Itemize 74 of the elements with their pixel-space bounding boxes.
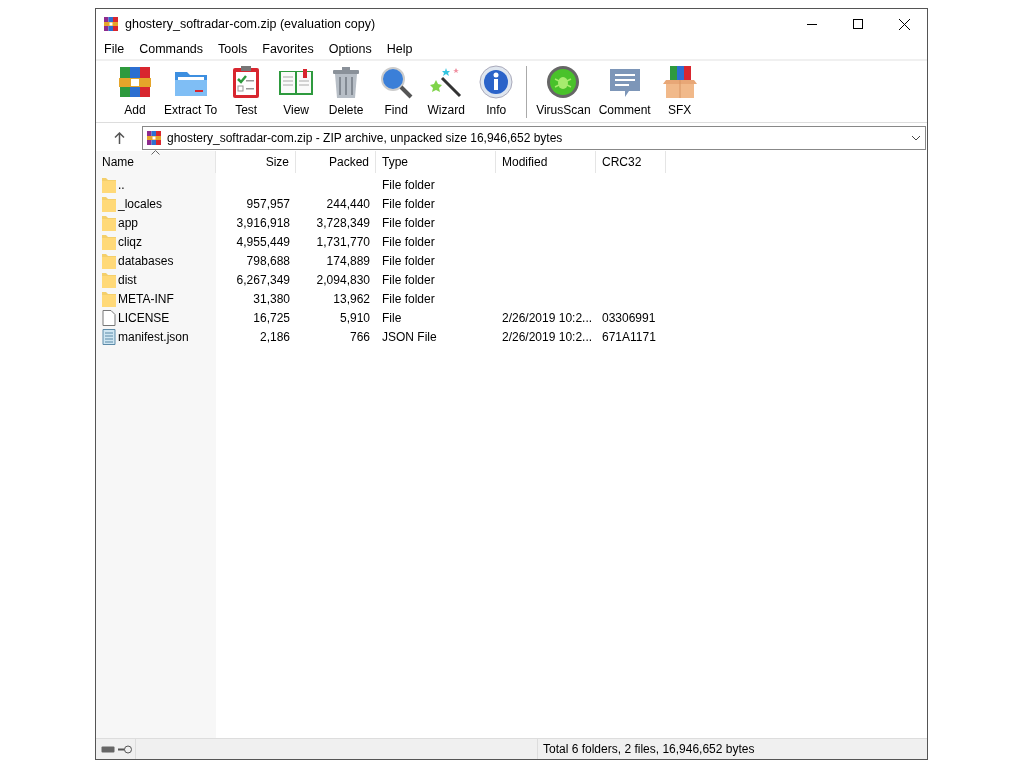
file-name[interactable]: databases xyxy=(118,251,174,270)
up-arrow-icon xyxy=(113,132,125,144)
address-field[interactable]: ghostery_softradar-com.zip - ZIP archive, unpacked size 16,946,652 bytes xyxy=(142,126,926,150)
file-name[interactable]: LICENSE xyxy=(118,308,170,327)
document-icon xyxy=(102,309,116,326)
maximize-icon xyxy=(853,19,863,29)
file-name[interactable]: cliqz xyxy=(118,232,142,251)
table-cell-text: 766 xyxy=(349,328,370,346)
file-name[interactable]: manifest.json xyxy=(118,327,189,346)
table-cell-text: File folder xyxy=(382,252,435,270)
table-cell-text: 16,725 xyxy=(253,309,290,327)
menu-item[interactable]: Commands xyxy=(137,39,206,59)
status-text: Total 6 folders, 2 files, 16,946,652 bytes xyxy=(543,741,755,758)
file-name[interactable]: META-INF xyxy=(118,289,174,308)
table-cell-text: 03306991 xyxy=(602,309,656,327)
table-cell-text: 1,731,770 xyxy=(316,233,370,251)
table-cell-text: File folder xyxy=(382,271,435,289)
archive-books-icon xyxy=(117,64,153,100)
table-cell-text: File folder xyxy=(382,290,435,308)
table-cell-text: File xyxy=(382,309,402,327)
toolbar-button[interactable]: Delete xyxy=(321,64,372,119)
table-cell-text: 31,380 xyxy=(253,290,290,308)
menu-item[interactable]: Favorites xyxy=(260,39,316,59)
minimize-icon xyxy=(807,23,817,25)
window-title: ghostery_softradar-com.zip (evaluation copy) xyxy=(125,15,376,33)
archive-icon xyxy=(103,16,119,32)
info-icon xyxy=(478,64,515,100)
table-cell-text: File folder xyxy=(382,195,435,213)
toolbar-button[interactable]: SFX xyxy=(654,64,705,119)
toolbar-button[interactable]: Test xyxy=(221,64,272,119)
bug-scanner-icon xyxy=(545,64,582,100)
table-cell-text: 798,688 xyxy=(246,252,290,270)
toolbar-button[interactable]: Find xyxy=(371,64,422,119)
menu-item[interactable]: Options xyxy=(326,39,374,59)
file-name[interactable]: dist xyxy=(118,270,137,289)
table-cell-text: 4,955,449 xyxy=(236,233,290,251)
table-cell-text: File folder xyxy=(382,214,435,232)
table-cell-text: File folder xyxy=(382,176,435,194)
toolbar-button[interactable]: View xyxy=(271,64,322,119)
toolbar-button[interactable]: Extract To xyxy=(160,64,222,119)
magnifier-icon xyxy=(378,64,415,100)
table-cell-text: 3,728,349 xyxy=(316,214,370,232)
table-cell-text: 671A1171 xyxy=(602,328,656,346)
table-cell-text: 2,094,830 xyxy=(316,271,370,289)
menu-item[interactable]: File xyxy=(102,39,127,59)
table-cell-text: 2/26/2019 10:2... xyxy=(502,328,593,346)
drive-icon xyxy=(101,745,115,753)
table-cell-text: 5,910 xyxy=(339,309,370,327)
file-name[interactable]: .. xyxy=(118,175,125,194)
table-cell-text: JSON File xyxy=(382,328,437,346)
file-name[interactable]: app xyxy=(118,213,139,232)
table-cell-text: 957,957 xyxy=(246,195,290,213)
toolbar-button[interactable]: Comment xyxy=(594,64,655,119)
box-with-books-icon xyxy=(661,64,698,100)
toolbar-button[interactable]: Wizard xyxy=(421,64,472,119)
table-cell-text: 3,916,918 xyxy=(236,214,290,232)
close-icon xyxy=(898,18,910,30)
key-icon xyxy=(118,744,132,754)
chevron-down-icon xyxy=(911,135,921,141)
menu-item[interactable]: Tools xyxy=(216,39,250,59)
toolbar-button[interactable]: VirusScan xyxy=(532,64,595,119)
table-cell-text: 244,440 xyxy=(326,195,370,213)
toolbar-button[interactable]: Info xyxy=(471,64,522,119)
table-cell-text: 13,962 xyxy=(333,290,370,308)
archive-icon xyxy=(146,130,162,146)
table-cell-text: 2/26/2019 10:2... xyxy=(502,309,593,327)
table-cell-text: File folder xyxy=(382,233,435,251)
menu-item[interactable]: Help xyxy=(384,39,415,59)
table-cell-text: 174,889 xyxy=(326,252,370,270)
toolbar-button[interactable]: Add xyxy=(110,64,160,119)
table-cell-text: 6,267,349 xyxy=(236,271,290,289)
table-cell-text: 2,186 xyxy=(259,328,290,346)
text-document-icon xyxy=(102,328,116,345)
file-name[interactable]: _locales xyxy=(118,194,163,213)
